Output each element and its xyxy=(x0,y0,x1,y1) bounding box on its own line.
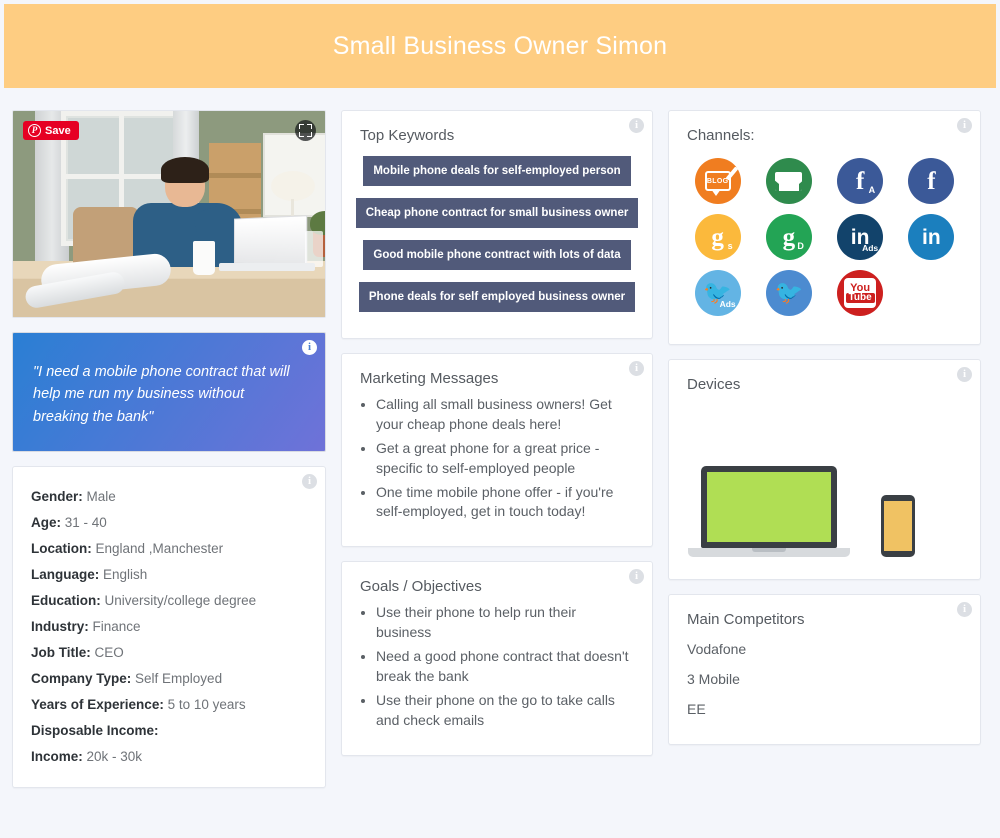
marketing-messages-title: Marketing Messages xyxy=(360,370,499,387)
demographics-value: CEO xyxy=(94,644,124,660)
info-icon[interactable]: i xyxy=(302,474,317,489)
demographics-label: Company Type: xyxy=(31,670,132,686)
google-search-icon[interactable]: gs xyxy=(694,214,741,260)
laptop-icon xyxy=(688,466,850,557)
persona-photo xyxy=(13,111,325,317)
main-competitors-card: i Main Competitors Vodafone 3 Mobile EE xyxy=(668,594,981,745)
pinterest-save-label: Save xyxy=(45,124,71,137)
channels-grid: BLOG f A f g s g D in Ads in 🐦 Ads 🐦 You Tube xyxy=(669,148,980,344)
demographics-row: Location: England ,Manchester xyxy=(31,535,307,561)
info-icon[interactable]: i xyxy=(302,340,317,355)
list-item: Need a good phone contract that doesn't … xyxy=(376,645,632,689)
demographics-value: University/college degree xyxy=(104,592,257,608)
demographics-label: Income: xyxy=(31,748,83,764)
demographics-label: Disposable Income: xyxy=(31,722,159,738)
linkedin-ads-icon[interactable]: in Ads xyxy=(837,214,884,260)
top-keywords-card: i Top Keywords Mobile phone deals for se… xyxy=(341,110,653,339)
demographics-value: 20k - 30k xyxy=(86,748,143,764)
demographics-value: 5 to 10 years xyxy=(167,696,246,712)
smartphone-icon xyxy=(881,495,915,557)
demographics-label: Industry: xyxy=(31,618,89,634)
board-grid: P Save i "I need a mobile phone contract… xyxy=(0,88,1000,788)
list-item: EE xyxy=(687,701,706,717)
page-title: Small Business Owner Simon xyxy=(332,31,668,60)
pinterest-save-button[interactable]: P Save xyxy=(23,121,79,140)
demographics-label: Gender: xyxy=(31,488,83,504)
main-competitors-list: Vodafone 3 Mobile EE xyxy=(669,632,980,744)
right-column: i Channels: BLOG f A f g s g D in Ads in 🐦 Ads 🐦 You Tu… xyxy=(668,110,981,745)
info-icon[interactable]: i xyxy=(629,118,644,133)
demographics-row: Years of Experience: 5 to 10 years xyxy=(31,691,307,717)
pinterest-icon: P xyxy=(28,124,41,137)
demographics-row: Gender: Male xyxy=(31,483,307,509)
demographics-value: 31 - 40 xyxy=(64,514,107,530)
demographics-row: Company Type: Self Employed xyxy=(31,665,307,691)
demographics-label: Age: xyxy=(31,514,61,530)
demographics-label: Job Title: xyxy=(31,644,91,660)
persona-quote-card: i "I need a mobile phone contract that w… xyxy=(12,332,326,452)
devices-illustration xyxy=(669,397,980,579)
keyword-chip[interactable]: Cheap phone contract for small business … xyxy=(355,198,639,228)
goals-objectives-list: Use their phone to help run their busine… xyxy=(342,599,652,754)
list-item: Use their phone to help run their busine… xyxy=(376,601,632,645)
demographics-label: Language: xyxy=(31,566,100,582)
linkedin-icon[interactable]: in xyxy=(908,214,955,260)
page-header: Small Business Owner Simon xyxy=(4,4,996,88)
keyword-chip[interactable]: Good mobile phone contract with lots of … xyxy=(363,240,631,270)
devices-title: Devices xyxy=(687,376,741,393)
channels-card: i Channels: BLOG f A f g s g D in Ads in 🐦 Ads 🐦 You Tu… xyxy=(668,110,981,345)
list-item: Vodafone xyxy=(687,641,747,657)
marketing-messages-list: Calling all small business owners! Get y… xyxy=(342,391,652,546)
top-keywords-title: Top Keywords xyxy=(360,127,455,144)
top-keywords-list: Mobile phone deals for self-employed per… xyxy=(342,148,652,338)
demographics-row: Industry: Finance xyxy=(31,613,307,639)
list-item: Use their phone on the go to take calls … xyxy=(376,689,632,733)
info-icon[interactable]: i xyxy=(957,602,972,617)
left-column: P Save i "I need a mobile phone contract… xyxy=(12,110,326,788)
list-item: Calling all small business owners! Get y… xyxy=(376,393,632,437)
list-item: One time mobile phone offer - if you're … xyxy=(376,481,632,525)
persona-quote-text: "I need a mobile phone contract that wil… xyxy=(33,364,290,425)
demographics-row: Income: 20k - 30k xyxy=(31,743,307,769)
demographics-row: Language: English xyxy=(31,561,307,587)
facebook-icon[interactable]: f xyxy=(908,158,955,204)
demographics-value: English xyxy=(103,566,148,582)
demographics-label: Location: xyxy=(31,540,92,556)
info-icon[interactable]: i xyxy=(629,361,644,376)
demographics-row: Disposable Income: xyxy=(31,717,307,743)
middle-column: i Top Keywords Mobile phone deals for se… xyxy=(341,110,653,756)
expand-icon[interactable] xyxy=(295,120,316,141)
demographics-row: Age: 31 - 40 xyxy=(31,509,307,535)
demographics-value: Self Employed xyxy=(135,670,223,686)
info-icon[interactable]: i xyxy=(957,118,972,133)
keyword-chip[interactable]: Phone deals for self employed business o… xyxy=(358,282,636,312)
demographics-card: i Gender: Male Age: 31 - 40 Location: En… xyxy=(12,466,326,788)
channels-title: Channels: xyxy=(687,127,755,144)
persona-board-page: Small Business Owner Simon P Save i "I n… xyxy=(0,4,1000,838)
google-display-icon[interactable]: gD xyxy=(765,214,812,260)
demographics-value: England ,Manchester xyxy=(95,540,224,556)
keyword-chip[interactable]: Mobile phone deals for self-employed per… xyxy=(363,156,631,186)
devices-card: i Devices xyxy=(668,359,981,580)
demographics-label: Years of Experience: xyxy=(31,696,164,712)
goals-objectives-title: Goals / Objectives xyxy=(360,578,482,596)
list-item: 3 Mobile xyxy=(687,671,740,687)
youtube-icon[interactable]: You Tube xyxy=(837,270,884,316)
facebook-ads-icon[interactable]: fA xyxy=(837,158,884,204)
twitter-icon[interactable]: 🐦 xyxy=(765,270,812,316)
demographics-row: Education: University/college degree xyxy=(31,587,307,613)
goals-objectives-card: i Goals / Objectives Use their phone to … xyxy=(341,561,653,756)
main-competitors-title: Main Competitors xyxy=(687,611,805,628)
persona-photo-card: P Save xyxy=(12,110,326,318)
info-icon[interactable]: i xyxy=(957,367,972,382)
blog-icon[interactable]: BLOG xyxy=(694,158,741,204)
list-item: Get a great phone for a great price - sp… xyxy=(376,437,632,481)
twitter-ads-icon[interactable]: 🐦 Ads xyxy=(694,270,741,316)
demographics-value: Male xyxy=(86,488,116,504)
demographics-value: Finance xyxy=(92,618,141,634)
email-icon[interactable] xyxy=(765,158,812,204)
marketing-messages-card: i Marketing Messages Calling all small b… xyxy=(341,353,653,548)
demographics-label: Education: xyxy=(31,592,101,608)
demographics-row: Job Title: CEO xyxy=(31,639,307,665)
